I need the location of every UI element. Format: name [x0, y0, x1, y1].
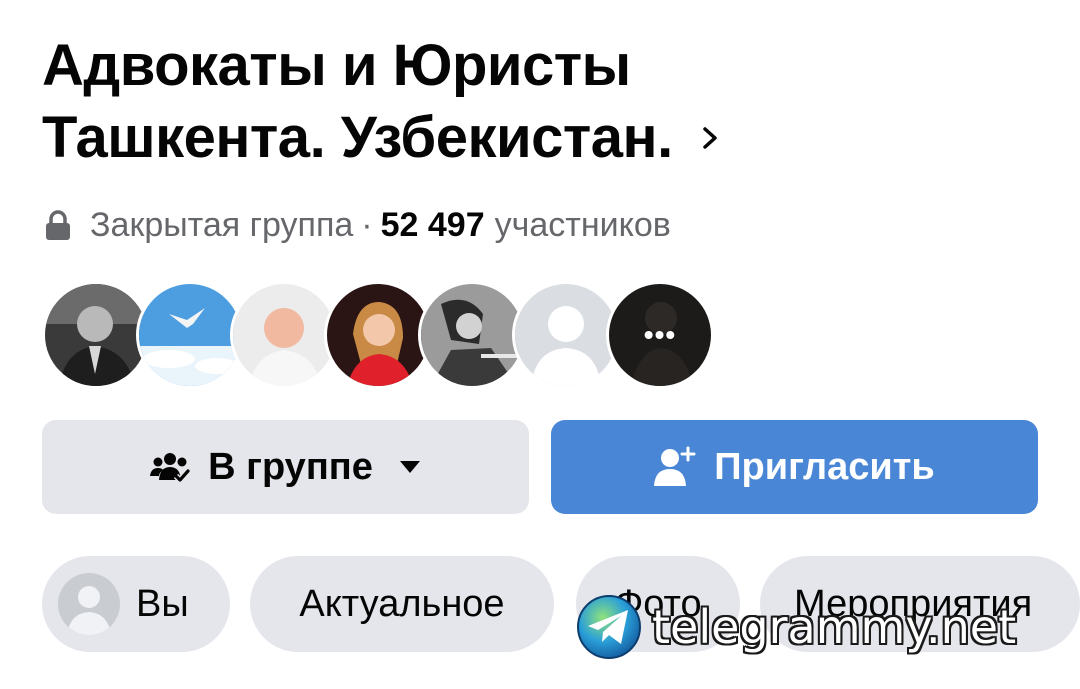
tab-you[interactable]: Вы — [42, 556, 230, 652]
member-avatar-4[interactable] — [324, 281, 432, 389]
tab-highlights[interactable]: Актуальное — [250, 556, 554, 652]
member-avatar-5[interactable] — [418, 281, 526, 389]
member-count[interactable]: 52 497 — [381, 206, 485, 245]
group-meta: Закрытая группа · 52 497 участников — [44, 203, 671, 247]
tab-you-label: Вы — [136, 582, 189, 625]
add-person-icon — [654, 446, 696, 486]
tab-highlights-label: Актуальное — [299, 582, 505, 625]
user-avatar — [58, 573, 120, 635]
group-title[interactable]: Адвокаты и Юристы Ташкента. Узбекистан. — [42, 30, 942, 174]
group-check-icon — [150, 453, 191, 484]
joined-button-label: В группе — [208, 445, 373, 488]
telegram-globe-icon — [577, 595, 641, 659]
more-members-button[interactable]: ••• — [606, 281, 714, 389]
member-avatar-3[interactable] — [230, 281, 338, 389]
member-avatar-2[interactable] — [136, 281, 244, 389]
privacy-label: Закрытая группа — [90, 205, 354, 244]
member-count-label[interactable]: участников — [495, 206, 671, 245]
joined-button[interactable]: В группе — [42, 420, 529, 514]
meta-separator: · — [361, 205, 373, 244]
invite-button[interactable]: Пригласить — [551, 420, 1038, 514]
member-avatar-1[interactable] — [42, 281, 150, 389]
group-title-line2: Ташкента. Узбекистан. — [42, 105, 673, 170]
invite-button-label: Пригласить — [714, 445, 935, 488]
member-avatar-6[interactable] — [512, 281, 620, 389]
watermark: telegrammy.net — [576, 592, 1016, 662]
group-title-line1: Адвокаты и Юристы — [42, 33, 631, 98]
more-dots-icon: ••• — [643, 319, 677, 350]
chevron-right-icon[interactable] — [695, 123, 725, 153]
watermark-text: telegrammy.net — [652, 600, 1017, 654]
lock-icon — [46, 210, 70, 240]
caret-down-icon — [399, 461, 420, 473]
